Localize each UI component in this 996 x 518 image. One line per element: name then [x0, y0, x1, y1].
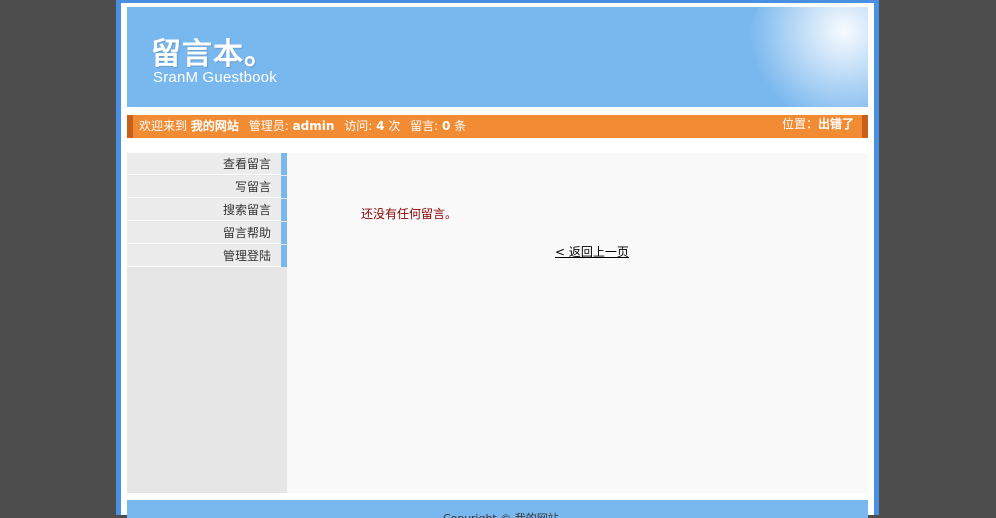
location-info: 位置：出错了	[782, 113, 854, 136]
footer-copyright: Copyright © 我的网站	[443, 510, 559, 518]
location-label: 位置：	[781, 117, 818, 131]
messages-count: 0	[442, 119, 451, 133]
welcome-text: 欢迎来到	[139, 119, 188, 133]
visits-label: 访问:	[344, 119, 373, 133]
footer: Copyright © 我的网站	[127, 500, 868, 518]
sidebar-nav: 查看留言 写留言 搜索留言 留言帮助 管理登陆	[127, 153, 287, 493]
messages-label: 留言:	[410, 119, 439, 133]
sidebar-item-write-message[interactable]: 写留言	[127, 176, 287, 198]
messages-unit: 条	[454, 119, 467, 133]
sidebar-item-search-messages[interactable]: 搜索留言	[127, 199, 287, 221]
admin-name: admin	[292, 119, 335, 133]
header-banner: 留言本。 SranM Guestbook	[127, 7, 868, 107]
sidebar-item-help[interactable]: 留言帮助	[127, 222, 287, 244]
site-name: 我的网站	[190, 119, 239, 133]
banner-glow	[748, 7, 868, 107]
visits-count: 4	[376, 119, 385, 133]
frame-inner: 留言本。 SranM Guestbook 欢迎来到 我的网站 管理员: admi…	[121, 0, 874, 518]
logo-title: 留言本。	[151, 37, 275, 72]
admin-label: 管理员:	[248, 119, 289, 133]
visits-unit: 次	[388, 119, 401, 133]
logo-subtitle: SranM Guestbook	[153, 69, 277, 86]
status-bar: 欢迎来到 我的网站 管理员: admin 访问: 4 次 留言: 0 条 位置：…	[127, 115, 868, 138]
location-value: 出错了	[817, 117, 854, 131]
main-content: 还没有任何留言。 < 返回上一页	[287, 153, 868, 493]
back-link[interactable]: < 返回上一页	[555, 243, 629, 260]
sidebar-item-admin-login[interactable]: 管理登陆	[127, 245, 287, 267]
page-frame: 留言本。 SranM Guestbook 欢迎来到 我的网站 管理员: admi…	[116, 0, 879, 518]
sidebar-item-view-messages[interactable]: 查看留言	[127, 153, 287, 175]
empty-message: 还没有任何留言。	[361, 207, 458, 221]
status-info: 欢迎来到 我的网站 管理员: admin 访问: 4 次 留言: 0 条	[139, 115, 466, 138]
